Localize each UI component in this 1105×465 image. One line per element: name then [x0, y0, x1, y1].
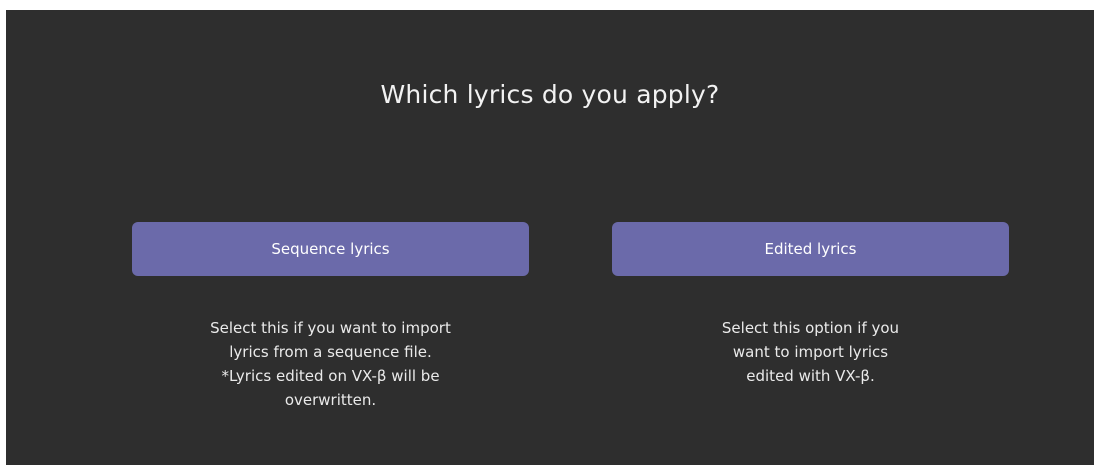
sequence-lyrics-button[interactable]: Sequence lyrics	[132, 222, 529, 276]
sequence-lyrics-option: Sequence lyrics Select this if you want …	[132, 222, 529, 412]
lyrics-choice-dialog: Which lyrics do you apply? Sequence lyri…	[6, 10, 1094, 465]
description-line: lyrics from a sequence file.	[229, 343, 432, 361]
edited-lyrics-button[interactable]: Edited lyrics	[612, 222, 1009, 276]
description-line: want to import lyrics	[732, 343, 889, 361]
edited-lyrics-description: Select this option if you want to import…	[612, 316, 1009, 388]
dialog-title: Which lyrics do you apply?	[380, 80, 720, 109]
description-line: Select this if you want to import	[210, 319, 451, 337]
description-line: *Lyrics edited on VX-β will be	[221, 367, 440, 385]
edited-lyrics-option: Edited lyrics Select this option if you …	[612, 222, 1009, 388]
description-line: Select this option if you	[721, 319, 900, 337]
description-line: overwritten.	[284, 391, 377, 409]
sequence-lyrics-description: Select this if you want to import lyrics…	[132, 316, 529, 412]
description-line: edited with VX-β.	[746, 367, 875, 385]
